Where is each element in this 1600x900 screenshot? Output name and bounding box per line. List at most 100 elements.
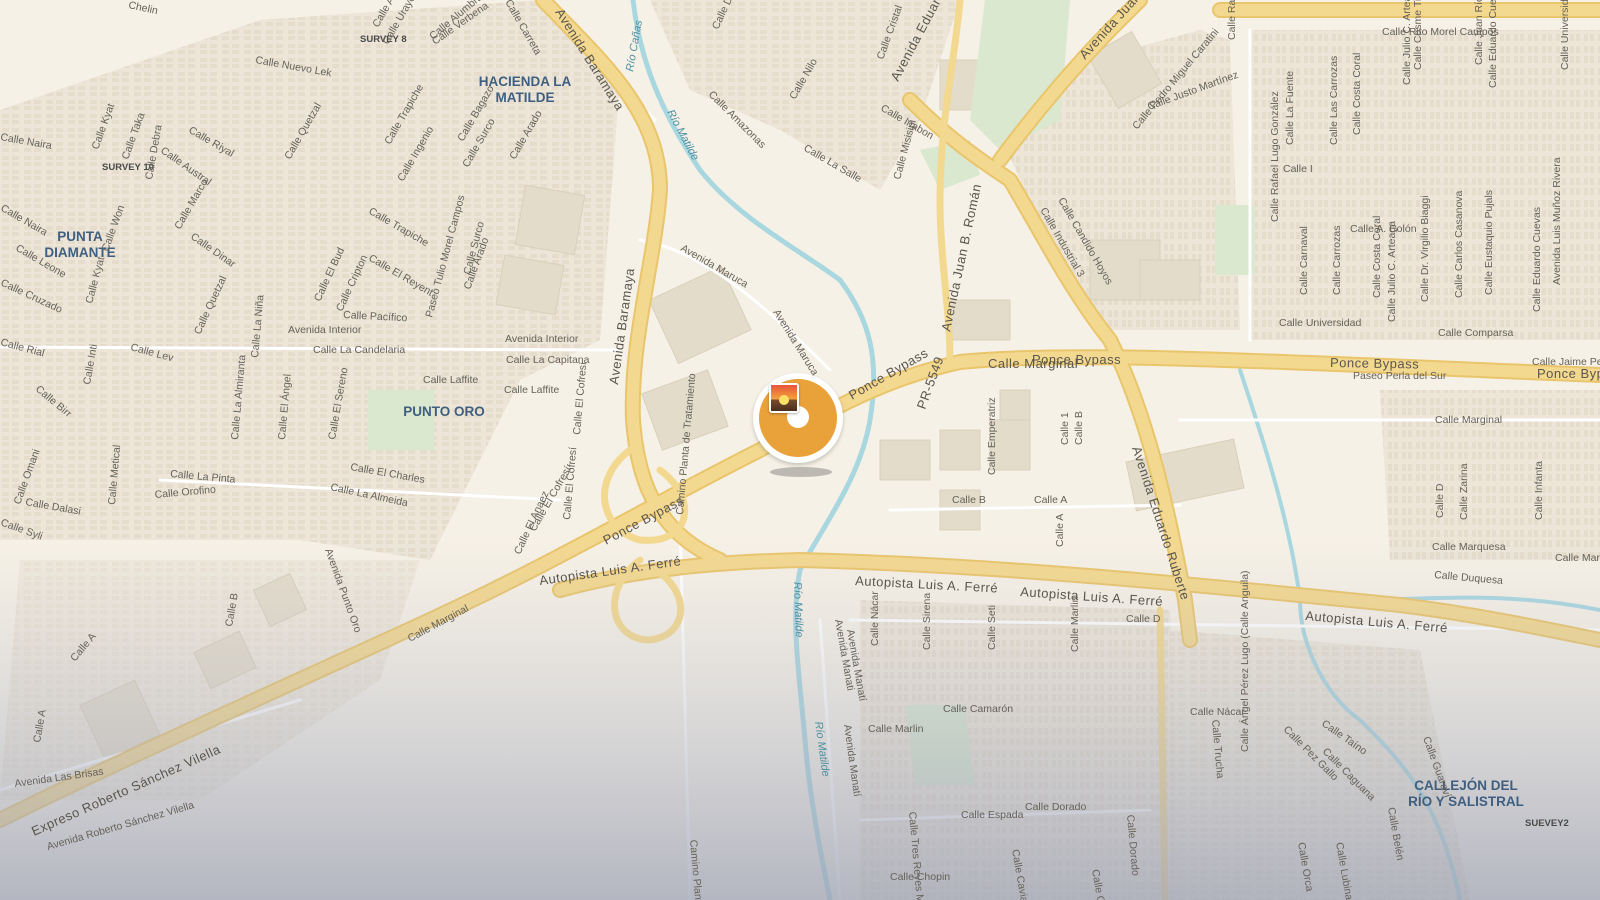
- neighborhood-label: CALLEJÓN DEL: [1414, 778, 1518, 793]
- street-label: Calle Orca: [1295, 841, 1315, 892]
- street-label: Calle Marginal: [406, 603, 471, 645]
- map-canvas[interactable]: HACIENDA LA MATILDE PUNTA DIAMANTE PUNTO ORO…: [0, 0, 1600, 900]
- highway-label: Autopista Luis A. Ferré: [538, 553, 682, 588]
- street-label: Calle Zarina: [1458, 463, 1470, 520]
- street-label: Calle Orofino: [154, 484, 216, 501]
- street-label: Calle Alumbra: [427, 0, 485, 42]
- street-label: Calle Naira: [0, 202, 50, 238]
- street-label: Camino Planta de: [687, 839, 706, 900]
- street-label: Avenida Maruca: [679, 242, 751, 290]
- street-label: Calle Duquesa: [1434, 569, 1504, 587]
- street-label: Calle La Pinta: [170, 468, 236, 486]
- street-label: Calle Dinar: [188, 231, 238, 271]
- street-label: Calle Carrozas: [1331, 226, 1343, 295]
- street-label: Calle Trucha: [1209, 719, 1226, 779]
- street-label: Calle Misisipi: [891, 118, 918, 180]
- street-label: Calle Costa Coral: [1371, 216, 1383, 298]
- street-label: Avenida Interior: [505, 333, 579, 345]
- river-label: Río Matilde: [664, 108, 701, 163]
- street-label: Calle Birr: [33, 383, 74, 420]
- street-label: Avenida Maruca: [770, 307, 820, 378]
- street-label: Calle D: [1126, 613, 1161, 625]
- street-label: Calle Lubina: [1333, 841, 1355, 900]
- street-label: Calle Pacífico: [343, 309, 408, 324]
- street-label: Avenida Interior: [288, 324, 362, 336]
- street-label: Calle Dalasi: [24, 496, 81, 518]
- street-label: Calle El Reyent: [367, 252, 436, 299]
- street-label: Calle Carreta: [502, 0, 543, 57]
- street-label: Calle A: [1034, 494, 1067, 506]
- photo-sunset-icon: [769, 383, 799, 413]
- street-label: Calle Marquesa: [1432, 541, 1506, 553]
- street-label: Calle Nácar: [1190, 706, 1245, 718]
- street-label: Calle Carnaval: [1298, 226, 1310, 295]
- highway-label: Ponce Byp: [1537, 366, 1600, 381]
- street-label: Calle Tres Reyes Magos: [906, 811, 928, 900]
- highway-label: Autopista Luis A. Ferré: [1020, 584, 1164, 609]
- street-label: Calle A: [68, 631, 99, 664]
- highway-label: Calle Marginal: [988, 356, 1078, 371]
- street-label: Calle Caviar: [1009, 848, 1031, 900]
- street-label: Calle Carlos Casanova: [1453, 190, 1465, 298]
- street-label: Calle Belén: [1385, 806, 1406, 861]
- street-label: Calle Sirena: [921, 593, 933, 650]
- street-label: Calle Marlin: [868, 723, 924, 735]
- neighborhood-label: PUNTA: [57, 229, 103, 244]
- street-label: Calle Costa Coral: [1351, 53, 1363, 135]
- street-label: Calle El Charles: [349, 461, 425, 486]
- street-label: Calle Eustaquio Pujals: [1483, 190, 1495, 295]
- street-label: Calle Dr. Virgilio Biaggi: [1419, 195, 1431, 302]
- street-label: Calle Lev: [129, 341, 175, 364]
- street-label: Calle Nilo: [787, 56, 820, 101]
- highway-label: Avenida Eduardo Ruberte: [1129, 444, 1193, 602]
- highway-label: Autopista Luis A. Ferré: [1305, 608, 1449, 635]
- river-label: Río Matilde: [812, 721, 832, 778]
- street-label: Calle La Salle: [802, 142, 864, 185]
- street-label: Calle Cruzado: [0, 277, 64, 316]
- street-label: Calle Espada: [961, 809, 1024, 821]
- street-label: Calle Trapiche: [367, 205, 431, 249]
- street-label: Calle Syli: [0, 517, 44, 543]
- street-label: Calle Rial: [0, 336, 46, 359]
- street-label: Calle Ángel Pérez Lugo (Calle Anguila): [1238, 570, 1251, 752]
- street-label: Calle Kyat: [90, 102, 118, 151]
- street-label: Calle Quetzal: [192, 274, 230, 336]
- street-label: Calle Delfín: [0, 0, 54, 3]
- street-label: Calle A: [1054, 514, 1066, 547]
- street-label: Calle La Candelaria: [313, 344, 405, 356]
- street-label: Calle B: [1073, 411, 1085, 445]
- street-label: Calle Ingenio: [395, 124, 436, 183]
- street-label: Calle Won: [100, 203, 128, 253]
- marker-shadow: [770, 467, 832, 477]
- neighborhood-label: HACIENDA LA: [479, 74, 572, 89]
- street-label: Avenida Luis Muñoz Rivera: [1551, 157, 1563, 285]
- street-label: Calle Dorado: [1025, 801, 1086, 813]
- location-marker[interactable]: [753, 373, 847, 477]
- street-label: Calle A. Colón: [1350, 223, 1417, 235]
- street-label: Chelin: [127, 0, 159, 17]
- street-label: Calle D: [1434, 483, 1446, 518]
- street-label: Calle La Fuente: [1284, 71, 1296, 145]
- street-label: Calle Laffite: [423, 374, 478, 386]
- street-label: Calle Julio C. Arteaga: [1401, 0, 1413, 85]
- street-label: Calle A: [31, 709, 49, 744]
- street-label: Avenida Las Brisas: [14, 766, 105, 790]
- street-label: Calle El Cofresí: [571, 361, 589, 435]
- highway-label: Avenida Baramaya: [552, 6, 627, 114]
- street-label: Calle El Anaez: [512, 489, 552, 556]
- street-label: Calle Marlin: [1069, 596, 1081, 652]
- street-label: Calle El Sereno: [326, 366, 351, 440]
- street-label: Calle B: [952, 494, 986, 506]
- river-label: Río Matilde: [791, 582, 805, 638]
- street-label: Calle Nácar: [869, 591, 881, 646]
- street-label: Calle 1: [1059, 412, 1071, 445]
- street-label: Paseo Perla del Sur: [1353, 370, 1447, 382]
- street-label: Calle Rafael Lugo González: [1269, 91, 1281, 222]
- street-label: Calle Seti: [986, 605, 998, 650]
- street-label: Calle Julio C. Arteaga: [1386, 221, 1398, 322]
- street-label: Calle La Niña: [249, 294, 266, 358]
- street-label: Paseo Tulio Morel Campos: [423, 194, 467, 319]
- street-label: Avenida Manatí: [841, 724, 863, 798]
- street-label: Calle I: [1283, 163, 1313, 175]
- subdivision-label: SUEVEY2: [1525, 818, 1569, 829]
